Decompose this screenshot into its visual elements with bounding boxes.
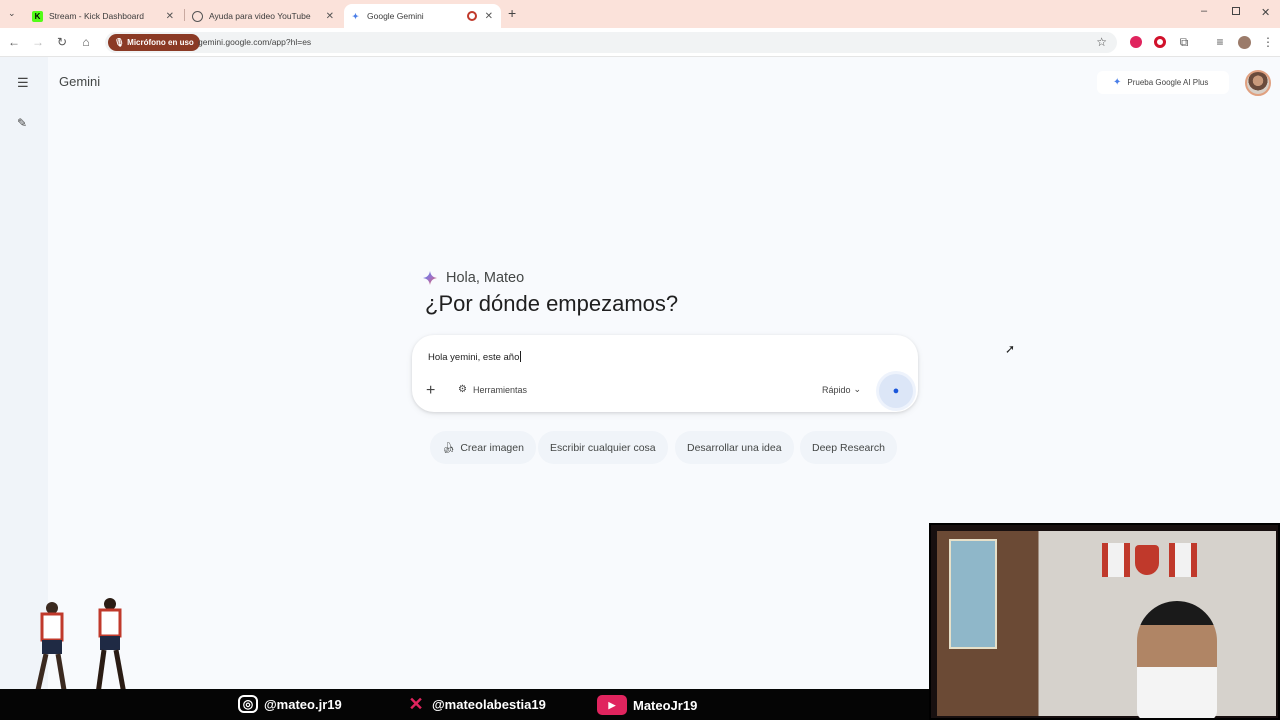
- greeting-headline: ¿Por dónde empezamos?: [425, 291, 679, 316]
- mic-in-use-chip[interactable]: 🎙︎ Micrófono en uso: [108, 34, 200, 51]
- prompt-composer[interactable]: Hola yemini, este año + ⚙︎ Herramientas …: [412, 335, 918, 412]
- jersey-image: [1169, 543, 1197, 577]
- address-bar[interactable]: 🎙︎ Micrófono en uso gemini.google.com/ap…: [105, 32, 1117, 53]
- upgrade-button[interactable]: ✦ Prueba Google AI Plus: [1097, 71, 1229, 94]
- microphone-icon: ●: [892, 385, 900, 397]
- social-handle: @mateo.jr19: [264, 696, 342, 712]
- upgrade-label: Prueba Google AI Plus: [1127, 78, 1209, 87]
- extensions-icon[interactable]: ⧉: [1176, 34, 1192, 50]
- chip-label: Crear imagen: [460, 441, 524, 454]
- adblock-icon[interactable]: [1128, 34, 1144, 50]
- menu-kebab-icon[interactable]: ⋮: [1260, 34, 1276, 50]
- tools-label: Herramientas: [472, 384, 527, 395]
- social-handle: MateoJr19: [633, 697, 698, 713]
- kick-icon: K: [32, 10, 43, 22]
- minimize-icon[interactable]: –: [1201, 5, 1207, 17]
- recording-icon: [467, 11, 477, 21]
- instagram-icon: ◎: [238, 695, 258, 713]
- tab-kick-dashboard[interactable]: K Stream - Kick Dashboard ✕: [26, 4, 182, 28]
- close-window-icon[interactable]: ✕: [1261, 6, 1270, 19]
- webcam-overlay: [929, 523, 1280, 720]
- voice-input-button[interactable]: ●: [879, 374, 913, 408]
- close-tab-icon[interactable]: ✕: [485, 11, 493, 22]
- x-icon: ✕: [408, 693, 424, 714]
- chatgpt-icon: [192, 10, 203, 22]
- forward-icon[interactable]: →: [30, 34, 46, 50]
- opera-icon[interactable]: [1152, 34, 1168, 50]
- url-text[interactable]: gemini.google.com/app?hl=es: [198, 37, 311, 47]
- greeting-name: Hola, Mateo: [446, 270, 525, 286]
- add-attachment-icon[interactable]: +: [426, 383, 435, 399]
- youtube-icon: ▶: [597, 695, 627, 715]
- media-controls-icon[interactable]: ≡: [1212, 34, 1228, 50]
- tab-title: Ayuda para video YouTube: [209, 11, 311, 21]
- model-selector[interactable]: Rápido ⌄: [822, 384, 861, 395]
- gemini-spark-icon: ✦: [1113, 77, 1122, 88]
- tools-button[interactable]: ⚙︎ Herramientas: [458, 384, 527, 395]
- tab-title: Stream - Kick Dashboard: [49, 11, 144, 21]
- tab-google-gemini[interactable]: ✦ Google Gemini ✕: [344, 4, 501, 28]
- banana-icon: 🍌︎: [442, 442, 456, 454]
- webcam-feed: [937, 531, 1276, 718]
- suggestion-chip-develop-idea[interactable]: Desarrollar una idea: [675, 431, 794, 464]
- shield-image: [1135, 545, 1159, 575]
- streamer-person: [1137, 601, 1217, 718]
- chip-label: Deep Research: [812, 441, 885, 454]
- hamburger-menu-icon[interactable]: ☰: [17, 75, 29, 91]
- mic-chip-label: Micrófono en uso: [127, 38, 194, 47]
- user-avatar[interactable]: [1245, 70, 1271, 96]
- app-title: Gemini: [59, 74, 101, 89]
- reload-icon[interactable]: ↻: [54, 34, 70, 50]
- home-icon[interactable]: ⌂: [78, 34, 94, 50]
- bookmark-star-icon[interactable]: ☆: [1096, 35, 1107, 49]
- back-icon[interactable]: ←: [6, 34, 22, 50]
- chip-label: Desarrollar una idea: [687, 441, 782, 454]
- tab-title: Google Gemini: [367, 11, 424, 21]
- social-handle: @mateolabestia19: [432, 696, 546, 712]
- mouse-cursor-icon: ➚: [1005, 342, 1016, 356]
- new-chat-icon[interactable]: ✎: [17, 116, 27, 130]
- jersey-image: [1102, 543, 1130, 577]
- suggestion-chip-deep-research[interactable]: Deep Research: [800, 431, 897, 464]
- tab-youtube-help[interactable]: Ayuda para video YouTube ✕: [186, 4, 342, 28]
- browser-toolbar: ← → ↻ ⌂ 🎙︎ Micrófono en uso gemini.googl…: [0, 28, 1280, 57]
- restore-icon[interactable]: [1232, 7, 1240, 15]
- social-handles-bar: ◎ @mateo.jr19 ✕ @mateolabestia19 ▶ Mateo…: [0, 689, 930, 720]
- suggestion-chip-write[interactable]: Escribir cualquier cosa: [538, 431, 668, 464]
- tools-sliders-icon: ⚙︎: [458, 384, 467, 395]
- close-tab-icon[interactable]: ✕: [166, 11, 174, 22]
- chevron-down-icon: ⌄: [853, 384, 862, 394]
- prompt-input[interactable]: Hola yemini, este año: [428, 351, 521, 363]
- new-tab-icon[interactable]: +: [508, 5, 516, 21]
- tab-search-icon[interactable]: ⌄: [8, 8, 16, 19]
- chip-label: Escribir cualquier cosa: [550, 441, 656, 454]
- social-instagram: ◎ @mateo.jr19: [238, 695, 342, 713]
- poster-image: [949, 539, 997, 649]
- close-tab-icon[interactable]: ✕: [326, 11, 334, 22]
- gemini-spark-icon: [423, 271, 437, 285]
- social-x: ✕ @mateolabestia19: [406, 693, 546, 714]
- profile-icon[interactable]: [1236, 34, 1252, 50]
- model-label: Rápido: [822, 384, 851, 395]
- social-youtube: ▶ MateoJr19: [597, 695, 697, 715]
- gemini-icon: ✦: [352, 11, 359, 21]
- microphone-icon: 🎙︎: [114, 38, 125, 47]
- suggestion-chip-create-image[interactable]: 🍌︎ Crear imagen: [430, 431, 536, 464]
- tab-strip: ⌄ K Stream - Kick Dashboard ✕ Ayuda para…: [0, 0, 1280, 28]
